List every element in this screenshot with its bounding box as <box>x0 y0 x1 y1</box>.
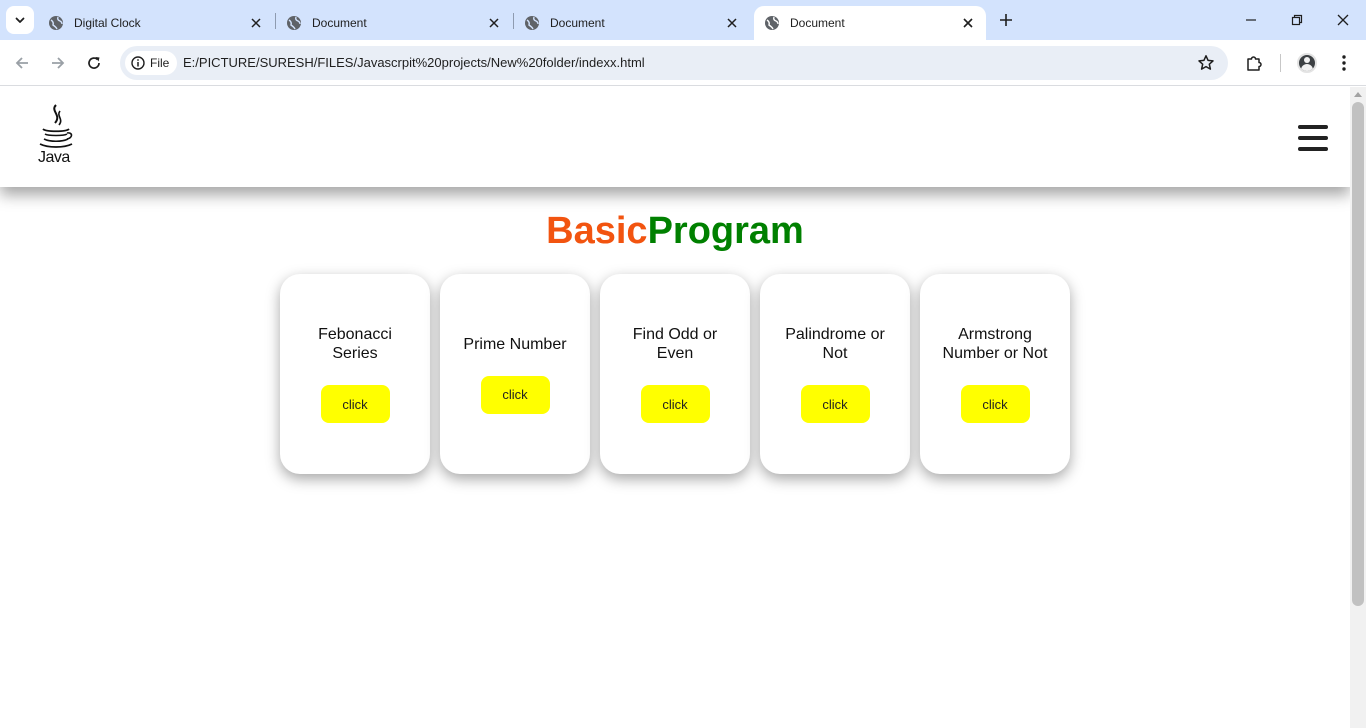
restore-icon <box>1291 14 1303 26</box>
close-icon[interactable] <box>960 15 976 31</box>
minimize-button[interactable] <box>1228 0 1274 40</box>
palindrome-click-button[interactable]: click <box>800 385 870 423</box>
puzzle-icon <box>1247 56 1262 71</box>
extensions-button[interactable] <box>1240 49 1268 77</box>
forward-button[interactable] <box>44 49 72 77</box>
odd-even-click-button[interactable]: click <box>640 385 710 423</box>
close-icon <box>1337 14 1349 26</box>
profile-button[interactable] <box>1293 49 1321 77</box>
toolbar-divider <box>1280 54 1281 72</box>
card-label: Palindrome or Not <box>785 326 885 362</box>
arrow-left-icon <box>15 57 28 69</box>
prime-click-button[interactable]: click <box>480 375 550 414</box>
tab-title: Document <box>790 16 845 30</box>
tab-document-2[interactable]: Document <box>514 6 750 40</box>
address-bar[interactable]: File E:/PICTURE/SURESH/FILES/Javascrpit%… <box>120 46 1228 80</box>
reload-button[interactable] <box>80 49 108 77</box>
site-info-chip[interactable]: File <box>125 51 178 75</box>
card-prime: Prime Number click <box>440 274 590 474</box>
back-button[interactable] <box>8 49 36 77</box>
page-scrollbar[interactable] <box>1350 87 1366 728</box>
globe-icon <box>525 16 539 30</box>
tab-document-1[interactable]: Document <box>276 6 512 40</box>
card-label: Febonacci Series <box>318 326 392 362</box>
card-label: Prime Number <box>463 335 567 353</box>
arrow-right-icon <box>52 57 65 69</box>
fibonacci-click-button[interactable]: click <box>320 385 390 423</box>
tab-title: Digital Clock <box>74 16 141 30</box>
page-title: BasicProgram <box>0 211 1350 251</box>
hamburger-menu-icon[interactable] <box>1298 125 1328 151</box>
kebab-menu-icon <box>1342 55 1346 71</box>
chevron-down-icon <box>15 17 25 23</box>
avatar <box>1297 53 1317 73</box>
url-text[interactable]: E:/PICTURE/SURESH/FILES/Javascrpit%20pro… <box>183 46 645 80</box>
close-icon[interactable] <box>724 15 740 31</box>
tab-title: Document <box>312 16 367 30</box>
globe-icon <box>49 16 63 30</box>
menu-button[interactable] <box>1330 49 1358 77</box>
tab-document-active[interactable]: Document <box>754 6 986 40</box>
plus-icon <box>1000 14 1012 26</box>
card-palindrome: Palindrome or Not click <box>760 274 910 474</box>
close-icon[interactable] <box>486 15 502 31</box>
close-icon[interactable] <box>248 15 264 31</box>
title-part-basic: Basic <box>546 210 648 252</box>
scrollbar-thumb[interactable] <box>1352 102 1364 606</box>
card-armstrong: Armstrong Number or Not click <box>920 274 1070 474</box>
close-window-button[interactable] <box>1320 0 1366 40</box>
globe-icon <box>287 16 301 30</box>
logo-text: Java <box>38 149 70 166</box>
browser-toolbar: File E:/PICTURE/SURESH/FILES/Javascrpit%… <box>0 40 1366 86</box>
page-viewport: Java BasicProgram Febonacci Series click… <box>0 87 1350 728</box>
bookmark-button[interactable] <box>1196 53 1216 73</box>
star-icon <box>1198 55 1214 70</box>
new-tab-button[interactable] <box>994 8 1018 32</box>
minimize-icon <box>1246 19 1256 21</box>
reload-icon <box>88 57 100 69</box>
card-label: Find Odd or Even <box>632 326 718 362</box>
title-part-program: Program <box>647 210 804 252</box>
card-odd-even: Find Odd or Even click <box>600 274 750 474</box>
card-label: Armstrong Number or Not <box>942 326 1048 362</box>
globe-icon <box>765 16 779 30</box>
card-fibonacci: Febonacci Series click <box>280 274 430 474</box>
armstrong-click-button[interactable]: click <box>960 385 1030 423</box>
program-cards: Febonacci Series click Prime Number clic… <box>280 274 1070 474</box>
restore-button[interactable] <box>1274 0 1320 40</box>
tab-search-button[interactable] <box>6 6 34 34</box>
tab-title: Document <box>550 16 605 30</box>
info-icon <box>131 56 145 70</box>
chip-label: File <box>150 56 170 70</box>
tab-strip: Digital Clock Document Document Document <box>0 0 1366 40</box>
scroll-up-arrow-icon[interactable] <box>1354 92 1362 97</box>
tab-digital-clock[interactable]: Digital Clock <box>38 6 274 40</box>
site-header: Java <box>0 87 1350 187</box>
